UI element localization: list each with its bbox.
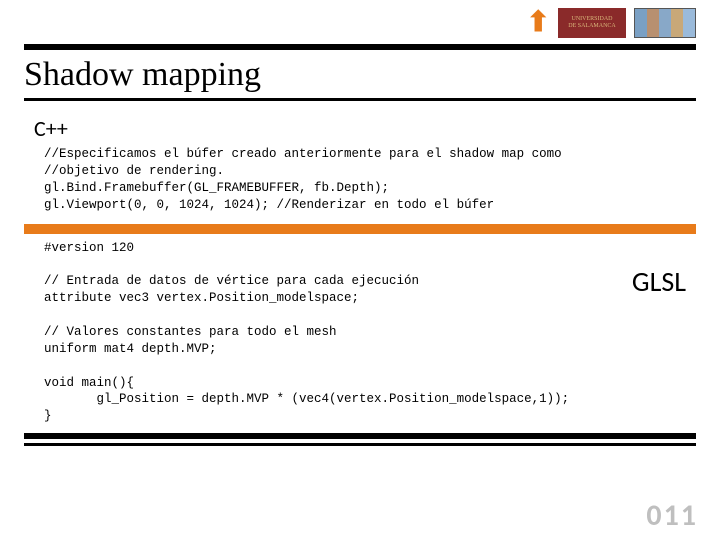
bottom-thick-rule xyxy=(24,433,696,439)
glsl-code-block: #version 120 // Entrada de datos de vért… xyxy=(44,240,686,426)
top-rule xyxy=(24,44,696,50)
arrow-up-icon: ⬆ xyxy=(527,9,550,37)
glsl-label: GLSL xyxy=(632,264,686,299)
bottom-thin-rule xyxy=(24,443,696,446)
logo-text-1: UNIVERSIDAD xyxy=(562,16,622,23)
divider-bar xyxy=(24,224,696,234)
photo-thumbnail xyxy=(634,8,696,38)
logo-text-2: DE SALAMANCA xyxy=(562,23,622,30)
slide-header: ⬆ UNIVERSIDAD DE SALAMANCA xyxy=(0,0,720,44)
cpp-label: C++ xyxy=(34,115,686,142)
glsl-section: GLSL #version 120 // Entrada de datos de… xyxy=(44,240,686,426)
slide-title: Shadow mapping xyxy=(24,56,696,94)
cpp-code-block: //Especificamos el búfer creado anterior… xyxy=(44,146,686,214)
university-logo: UNIVERSIDAD DE SALAMANCA xyxy=(558,8,626,38)
page-number: 011 xyxy=(646,497,698,534)
title-underline xyxy=(24,98,696,101)
